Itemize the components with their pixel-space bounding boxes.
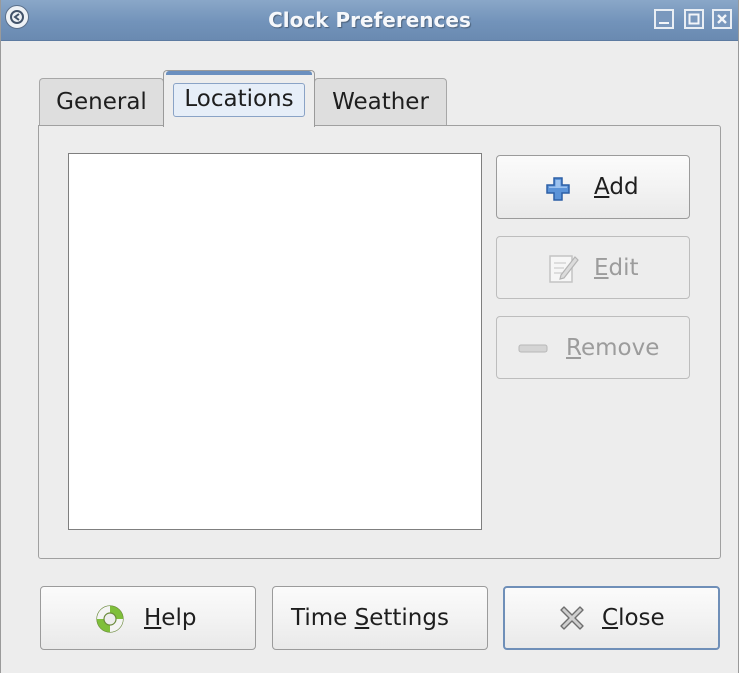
help-label-accel: H	[144, 605, 162, 631]
add-button-label: Add	[594, 174, 639, 200]
tab-locations-label: Locations	[173, 83, 305, 117]
help-button-label: Help	[144, 605, 196, 631]
close-label-post: lose	[618, 605, 665, 631]
help-button[interactable]: Help	[40, 586, 256, 650]
remove-label-accel: R	[566, 335, 581, 361]
add-label-accel: A	[594, 174, 610, 200]
time-settings-label-post: ettings	[369, 605, 449, 631]
tab-weather[interactable]: Weather	[314, 78, 447, 126]
maximize-icon	[688, 13, 700, 25]
minimize-icon	[659, 22, 669, 24]
titlebar[interactable]: Clock Preferences	[1, 0, 738, 41]
edit-label-post: dit	[608, 255, 639, 281]
tab-general-label: General	[56, 89, 147, 115]
time-settings-button-label: Time Settings	[291, 605, 449, 631]
remove-button[interactable]: Remove	[496, 316, 690, 379]
close-button-label: Close	[602, 605, 665, 631]
help-label-post: elp	[161, 605, 197, 631]
active-tab-highlight	[166, 71, 312, 75]
close-label-accel: C	[602, 605, 619, 631]
tab-weather-label: Weather	[332, 89, 429, 115]
plus-icon	[546, 177, 570, 201]
time-settings-button[interactable]: Time Settings	[272, 586, 488, 650]
edit-icon	[549, 255, 579, 283]
remove-button-label: Remove	[566, 335, 659, 361]
clock-preferences-window: Clock Preferences General Weather Locati…	[0, 0, 739, 673]
maximize-button[interactable]	[684, 9, 704, 29]
locations-list[interactable]	[68, 153, 482, 530]
close-x-icon	[560, 606, 584, 630]
minimize-button[interactable]	[654, 9, 674, 29]
close-button[interactable]: Close	[503, 586, 720, 650]
edit-button[interactable]: Edit	[496, 236, 690, 299]
window-close-icon	[717, 14, 727, 24]
time-settings-label-accel: S	[354, 605, 370, 631]
remove-label-post: emove	[580, 335, 660, 361]
minus-icon	[518, 344, 548, 353]
add-button[interactable]: Add	[496, 155, 690, 219]
lifebuoy-icon	[96, 605, 124, 633]
window-close-button[interactable]	[712, 9, 732, 29]
tab-locations[interactable]: Locations	[163, 70, 315, 127]
edit-button-label: Edit	[594, 255, 639, 281]
edit-label-accel: E	[594, 255, 609, 281]
tab-general[interactable]: General	[39, 78, 164, 126]
add-label-post: dd	[609, 174, 639, 200]
time-settings-label-pre: Time	[291, 605, 355, 631]
window-title: Clock Preferences	[268, 8, 471, 32]
